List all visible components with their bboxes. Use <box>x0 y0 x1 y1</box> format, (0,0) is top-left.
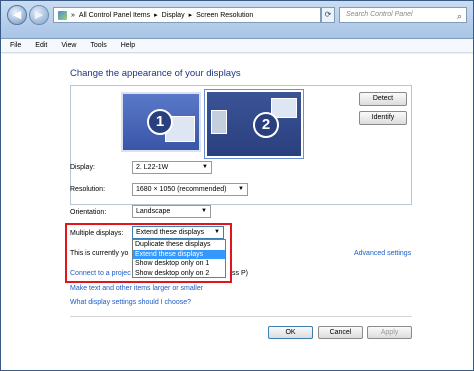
divider <box>70 316 412 317</box>
breadcrumb[interactable]: » All Control Panel Items ▸ Display ▸ Sc… <box>53 7 321 23</box>
chevron-down-icon: ▼ <box>202 164 208 170</box>
chevron-down-icon: ▼ <box>214 229 220 235</box>
multiple-displays-value: Extend these displays <box>136 229 205 236</box>
search-input[interactable]: Search Control Panel ⌕ <box>339 7 467 23</box>
resolution-label: Resolution: <box>70 186 106 193</box>
content-area: Change the appearance of your displays 1… <box>1 54 473 370</box>
back-button[interactable]: ◀ <box>7 5 27 25</box>
text-size-link[interactable]: Make text and other items larger or smal… <box>70 285 203 292</box>
detect-button[interactable]: Detect <box>359 92 407 106</box>
search-icon: ⌕ <box>456 11 462 21</box>
breadcrumb-separator: ▸ <box>188 12 193 19</box>
menu-help[interactable]: Help <box>121 42 135 49</box>
screen-resolution-window: ◀ ▶ » All Control Panel Items ▸ Display … <box>0 0 474 371</box>
ok-button[interactable]: OK <box>268 326 313 339</box>
chevron-down-icon: ▼ <box>238 186 244 192</box>
menu-bar: File Edit View Tools Help <box>1 39 473 53</box>
forward-button[interactable]: ▶ <box>29 5 49 25</box>
menu-tools[interactable]: Tools <box>90 42 106 49</box>
monitor-2[interactable]: 2 <box>205 90 303 158</box>
connect-projector-tail: ss P) <box>232 270 248 277</box>
multiple-displays-select[interactable]: Extend these displays ▼ <box>132 226 224 239</box>
breadcrumb-item-display[interactable]: Display <box>162 12 185 19</box>
refresh-button[interactable]: ⟳ <box>321 7 335 23</box>
address-bar: ◀ ▶ » All Control Panel Items ▸ Display … <box>1 1 473 39</box>
display-select[interactable]: 2. L22-1W ▼ <box>132 161 212 174</box>
option-show-only-on-1[interactable]: Show desktop only on 1 <box>133 259 225 269</box>
menu-view[interactable]: View <box>61 42 76 49</box>
resolution-select[interactable]: 1680 × 1050 (recommended) ▼ <box>132 183 248 196</box>
multiple-displays-dropdown: Duplicate these displays Extend these di… <box>132 239 226 278</box>
resolution-value: 1680 × 1050 (recommended) <box>136 186 227 193</box>
cancel-button[interactable]: Cancel <box>318 326 363 339</box>
monitor-1-badge: 1 <box>147 109 173 135</box>
connect-projector-link[interactable]: Connect to a projec <box>70 270 131 277</box>
option-extend-displays[interactable]: Extend these displays <box>133 249 225 259</box>
menu-file[interactable]: File <box>10 42 21 49</box>
display-label: Display: <box>70 164 95 171</box>
search-placeholder: Search Control Panel <box>346 11 413 18</box>
orientation-label: Orientation: <box>70 209 107 216</box>
refresh-icon: ⟳ <box>324 10 332 19</box>
option-duplicate-displays[interactable]: Duplicate these displays <box>133 240 225 250</box>
monitor-2-badge: 2 <box>253 112 279 138</box>
orientation-value: Landscape <box>136 208 171 215</box>
multiple-displays-label: Multiple displays: <box>70 230 124 237</box>
breadcrumb-item-screen-resolution[interactable]: Screen Resolution <box>196 12 253 19</box>
apply-button[interactable]: Apply <box>367 326 412 339</box>
control-panel-icon <box>58 10 67 20</box>
breadcrumb-separator: ▸ <box>154 12 158 19</box>
display-settings-help-link[interactable]: What display settings should I choose? <box>70 299 191 306</box>
display-value: 2. L22-1W <box>136 164 169 171</box>
advanced-settings-link[interactable]: Advanced settings <box>354 250 411 257</box>
orientation-select[interactable]: Landscape ▼ <box>132 205 211 218</box>
option-show-only-on-2[interactable]: Show desktop only on 2 <box>133 269 225 279</box>
chevron-down-icon: ▼ <box>201 208 207 214</box>
monitor-1[interactable]: 1 <box>121 92 201 152</box>
current-display-text: This is currently yo <box>70 250 129 257</box>
breadcrumb-separator: » <box>71 11 75 19</box>
menu-edit[interactable]: Edit <box>35 42 47 49</box>
monitor-2-window <box>211 110 227 134</box>
breadcrumb-item-all-control-panel-items[interactable]: All Control Panel Items <box>79 12 150 19</box>
page-title: Change the appearance of your displays <box>70 68 241 79</box>
identify-button[interactable]: Identify <box>359 111 407 125</box>
